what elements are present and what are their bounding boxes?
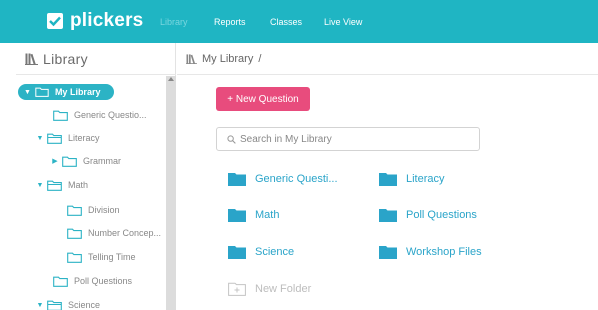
- folder-icon: [228, 173, 246, 186]
- library-search-box[interactable]: [216, 127, 480, 151]
- chevron-down-icon[interactable]: ▼: [24, 89, 31, 96]
- sidebar-item-math[interactable]: ▼ Math: [35, 177, 88, 193]
- sidebar-item-label: Telling Time: [88, 252, 136, 262]
- sidebar-item-label: Grammar: [83, 156, 121, 166]
- search-icon: [227, 134, 236, 144]
- folder-literacy[interactable]: Literacy: [379, 172, 445, 186]
- folder-outline-icon: [67, 252, 82, 263]
- search-input[interactable]: [240, 133, 460, 145]
- scroll-up-arrow-icon[interactable]: [168, 77, 174, 81]
- sidebar-item-label: Poll Questions: [74, 276, 133, 286]
- nav-live-view[interactable]: Live View: [324, 17, 362, 27]
- folder-outline-icon: [35, 87, 49, 97]
- plickers-logo-icon: [47, 13, 63, 29]
- library-books-icon: [25, 53, 38, 65]
- sidebar-item-label: Number Concep...: [88, 228, 162, 238]
- chevron-down-icon[interactable]: ▼: [35, 302, 45, 309]
- folder-generic-questions[interactable]: Generic Questi...: [228, 172, 338, 186]
- sidebar-item-poll-questions[interactable]: Poll Questions: [53, 273, 132, 289]
- sidebar-title: Library: [43, 50, 88, 67]
- folder-open-icon: [47, 133, 62, 144]
- sidebar-item-literacy[interactable]: ▼ Literacy: [35, 130, 100, 146]
- folder-label: Generic Questi...: [255, 173, 338, 185]
- sidebar-item-label: Literacy: [68, 133, 100, 143]
- new-question-button[interactable]: + New Question: [216, 87, 310, 111]
- library-books-icon: [186, 53, 197, 64]
- folder-label: Science: [255, 246, 295, 258]
- nav-classes[interactable]: Classes: [270, 17, 302, 27]
- new-folder-button[interactable]: New Folder: [228, 282, 311, 296]
- nav-reports[interactable]: Reports: [214, 17, 246, 27]
- folder-workshop-files[interactable]: Workshop Files: [379, 245, 482, 259]
- sidebar-item-science[interactable]: ▼ Science: [35, 297, 100, 310]
- sidebar-scrollbar[interactable]: [166, 76, 176, 310]
- folder-label: Workshop Files: [406, 246, 482, 258]
- chevron-right-icon[interactable]: ▶: [50, 157, 60, 165]
- folder-icon: [379, 173, 397, 186]
- folder-outline-icon: [53, 110, 68, 121]
- folder-icon: [379, 246, 397, 259]
- folder-outline-icon: [67, 205, 82, 216]
- sidebar-item-label: Math: [68, 180, 89, 190]
- new-folder-label: New Folder: [255, 283, 312, 295]
- sidebar-item-number-concepts[interactable]: Number Concep...: [67, 225, 161, 241]
- folder-icon: [228, 246, 246, 259]
- sidebar-item-label: Science: [68, 300, 101, 310]
- sidebar-header: Library: [16, 43, 176, 75]
- sidebar-item-label: My Library: [54, 87, 101, 97]
- folder-label: Poll Questions: [406, 209, 477, 221]
- folder-science[interactable]: Science: [228, 245, 294, 259]
- plickers-logo[interactable]: plickers: [46, 10, 143, 32]
- folder-math[interactable]: Math: [228, 208, 279, 222]
- breadcrumb-separator: /: [258, 52, 262, 65]
- folder-icon: [228, 209, 246, 222]
- breadcrumb-my-library[interactable]: My Library: [202, 53, 253, 65]
- sidebar-item-label: Division: [88, 205, 120, 215]
- new-folder-icon: [228, 282, 246, 296]
- sidebar-item-division[interactable]: Division: [67, 202, 120, 218]
- chevron-down-icon[interactable]: ▼: [35, 182, 45, 189]
- folder-open-icon: [47, 300, 62, 310]
- folder-open-icon: [47, 180, 62, 191]
- folder-outline-icon: [62, 156, 77, 167]
- chevron-down-icon[interactable]: ▼: [35, 135, 45, 142]
- folder-poll-questions[interactable]: Poll Questions: [379, 208, 477, 222]
- sidebar-item-telling-time[interactable]: Telling Time: [67, 249, 136, 265]
- sidebar-item-label: Generic Questio...: [74, 110, 147, 120]
- nav-library[interactable]: Library: [160, 17, 188, 27]
- sidebar-item-generic-questions[interactable]: Generic Questio...: [53, 107, 147, 123]
- sidebar-item-my-library[interactable]: ▼ My Library: [18, 84, 114, 100]
- breadcrumb: My Library /: [177, 43, 598, 75]
- folder-icon: [379, 209, 397, 222]
- folder-outline-icon: [53, 276, 68, 287]
- logo-text: plickers: [70, 10, 144, 31]
- sidebar-item-grammar[interactable]: ▶ Grammar: [50, 153, 121, 169]
- folder-label: Literacy: [406, 173, 445, 185]
- top-navigation-bar: plickers Library Reports Classes Live Vi…: [0, 0, 598, 43]
- folder-label: Math: [255, 209, 280, 221]
- folder-outline-icon: [67, 228, 82, 239]
